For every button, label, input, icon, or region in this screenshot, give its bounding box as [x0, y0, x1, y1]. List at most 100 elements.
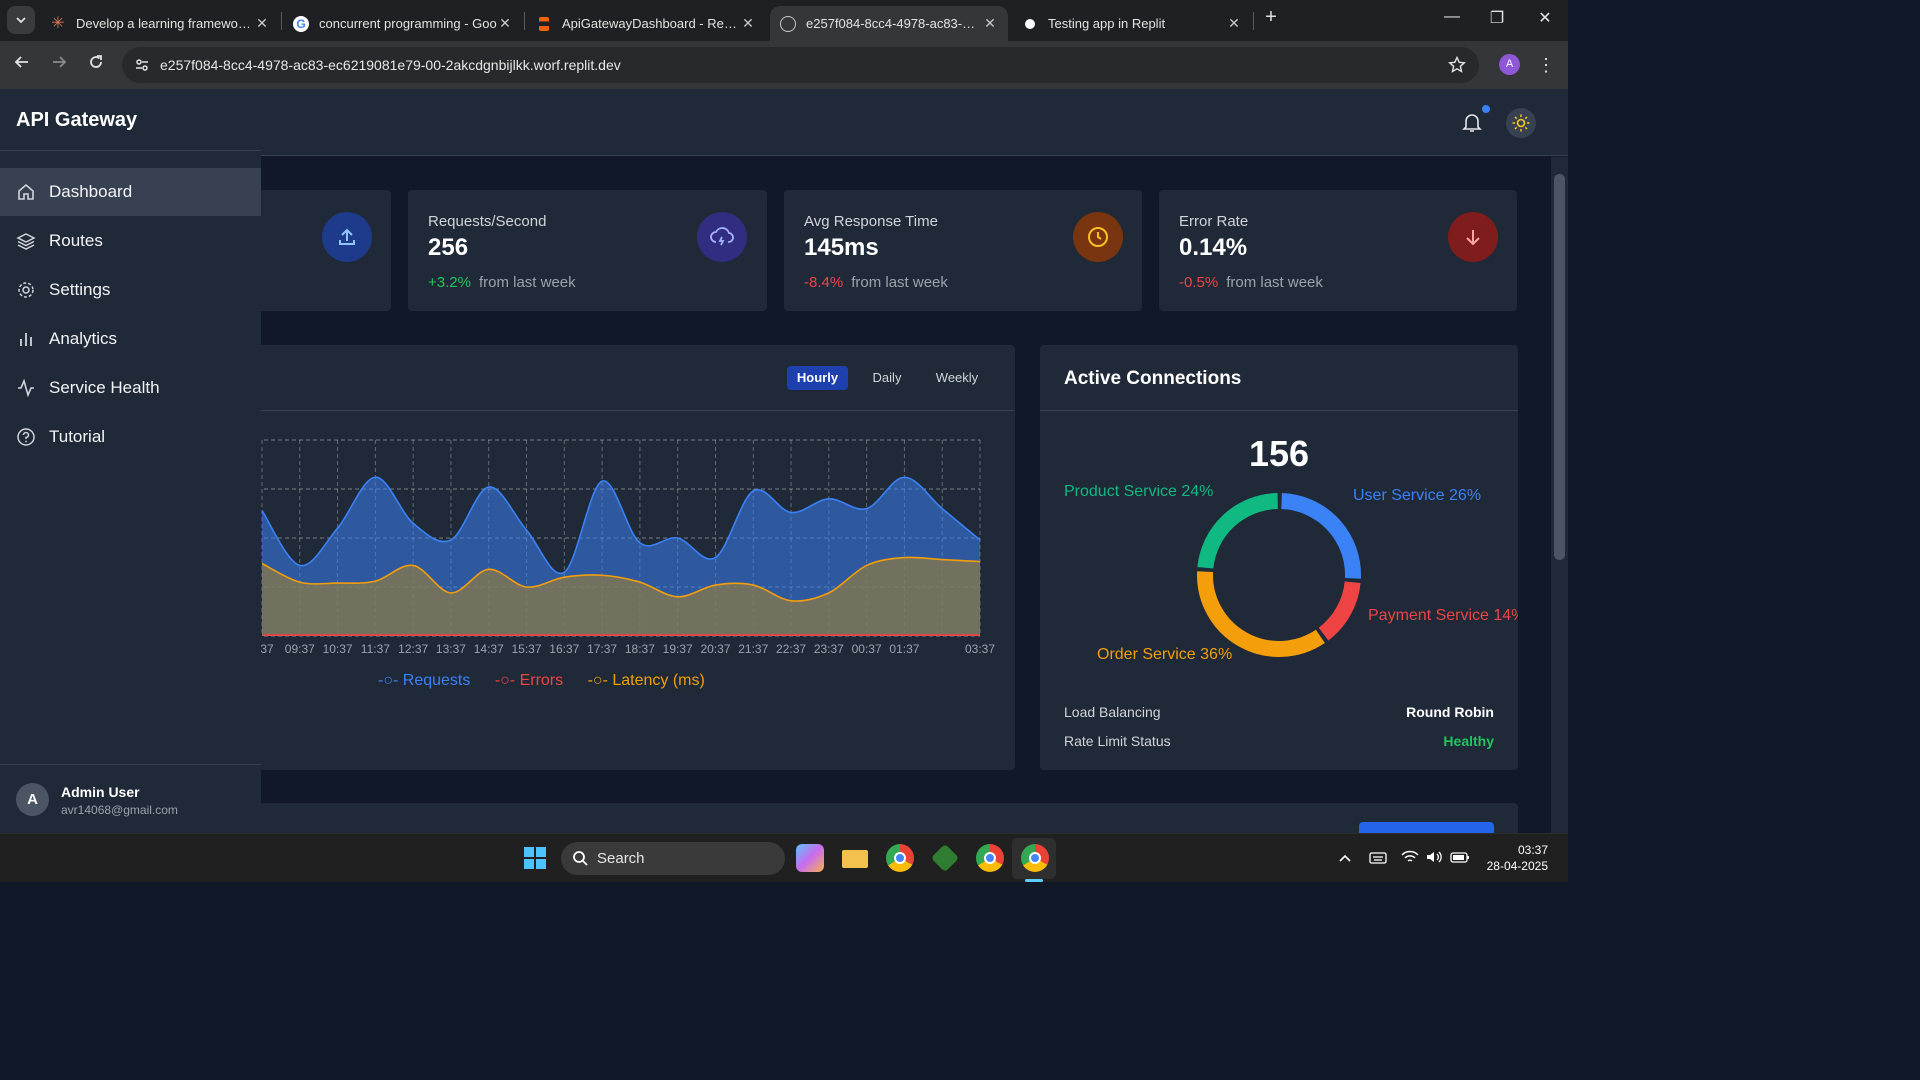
close-icon[interactable]: ✕	[740, 15, 756, 32]
close-icon[interactable]: ✕	[254, 15, 270, 32]
donut-label: Payment Service 14%	[1368, 607, 1518, 624]
close-icon[interactable]: ✕	[1226, 15, 1242, 32]
openai-favicon-icon	[1022, 15, 1038, 32]
legend-item-latency[interactable]: -○- Latency (ms)	[588, 672, 715, 689]
battery-icon[interactable]	[1450, 849, 1470, 865]
close-icon[interactable]: ✕	[982, 15, 998, 32]
chrome-profile-icon[interactable]	[976, 844, 1004, 872]
browser-tab[interactable]: Testing app in Replit ✕	[1012, 6, 1252, 41]
tab-separator	[281, 12, 282, 30]
close-window-button[interactable]: ✕	[1530, 8, 1560, 28]
windows-taskbar: Search 03:37 28-04-2025	[0, 833, 1568, 882]
x-tick-label: 13:37	[436, 642, 466, 656]
sidebar-item-label: Service Health	[49, 378, 160, 397]
tab-search-button[interactable]	[7, 6, 35, 34]
gear-icon	[16, 280, 36, 300]
arrow-left-icon	[14, 56, 28, 68]
sidebar-item-service-health[interactable]: Service Health	[0, 364, 261, 412]
search-placeholder: Search	[597, 850, 645, 867]
scrollbar-thumb[interactable]	[1554, 174, 1565, 560]
sidebar-item-routes[interactable]: Routes	[0, 217, 261, 265]
reload-icon	[90, 55, 102, 68]
search-icon	[573, 851, 588, 866]
browser-tab[interactable]: ApiGatewayDashboard - Replit ✕	[526, 6, 766, 41]
sidebar-item-label: Settings	[49, 280, 111, 299]
url-text: e257f084-8cc4-4978-ac83-ec6219081e79-00-…	[160, 57, 621, 73]
donut-slice-order-service[interactable]	[1197, 571, 1325, 657]
file-explorer-icon[interactable]	[841, 844, 869, 872]
close-icon[interactable]: ✕	[497, 15, 513, 32]
sun-icon	[1512, 114, 1530, 132]
connections-donut-chart: User Service 26% Payment Service 14% Order…	[1064, 485, 1518, 663]
volume-icon[interactable]	[1425, 849, 1443, 865]
minimize-button[interactable]: —	[1437, 8, 1467, 26]
bookmark-star-icon[interactable]	[1448, 56, 1466, 74]
stat-card-requests-per-second: Requests/Second 256 +3.2% from last week	[408, 190, 767, 311]
site-info-icon[interactable]	[134, 57, 150, 73]
chrome-icon[interactable]	[886, 844, 914, 872]
copilot-icon[interactable]	[796, 844, 824, 872]
stat-label: Error Rate	[1179, 213, 1249, 230]
clock-time: 03:37	[1517, 843, 1548, 857]
activity-icon	[16, 378, 36, 398]
active-connections-total: 156	[1248, 433, 1310, 474]
avatar[interactable]: A	[16, 783, 49, 816]
donut-slice-payment-service[interactable]	[1318, 581, 1361, 641]
taskbar-search[interactable]: Search	[561, 842, 785, 875]
row-label: Load Balancing	[1064, 704, 1161, 720]
chevron-down-icon	[16, 17, 26, 24]
browser-tab[interactable]: ✳ Develop a learning framework t ✕	[40, 6, 280, 41]
x-tick-label: 14:37	[474, 642, 504, 656]
windows-start-icon[interactable]	[521, 844, 549, 872]
upload-icon	[322, 212, 372, 262]
profile-avatar[interactable]: A	[1499, 54, 1520, 75]
range-tab-daily[interactable]: Daily	[860, 366, 914, 390]
browser-tab-active[interactable]: e257f084-8cc4-4978-ac83-ec62 ✕	[770, 6, 1008, 41]
forward-button[interactable]	[47, 53, 71, 77]
browser-tab[interactable]: G concurrent programming - Goo ✕	[283, 6, 523, 41]
system-clock[interactable]: 03:37 28-04-2025	[1484, 842, 1548, 874]
address-bar[interactable]: e257f084-8cc4-4978-ac83-ec6219081e79-00-…	[122, 47, 1479, 83]
load-balancing-row: Load Balancing Round Robin	[1064, 704, 1494, 720]
stat-card-total-requests	[240, 190, 391, 311]
x-tick-label: 15:37	[512, 642, 542, 656]
sidebar-item-analytics[interactable]: Analytics	[0, 315, 261, 363]
donut-slice-product-service[interactable]	[1197, 493, 1279, 569]
chrome-active-icon[interactable]	[1021, 844, 1049, 872]
range-tab-weekly[interactable]: Weekly	[927, 366, 987, 390]
keyboard-icon[interactable]	[1369, 850, 1387, 866]
reload-button[interactable]	[84, 53, 108, 77]
stat-change-suffix: from last week	[851, 274, 948, 291]
range-tab-hourly[interactable]: Hourly	[787, 366, 848, 390]
stat-label: Requests/Second	[428, 213, 547, 230]
theme-toggle-button[interactable]	[1506, 108, 1536, 138]
legend-item-requests[interactable]: -○- Requests	[378, 672, 480, 689]
google-favicon-icon: G	[293, 15, 309, 32]
sidebar-item-label: Analytics	[49, 329, 118, 348]
legend-label: Latency (ms)	[612, 672, 705, 689]
donut-slice-user-service[interactable]	[1281, 493, 1361, 579]
sidebar-item-label: Routes	[49, 231, 103, 250]
tab-title: ApiGatewayDashboard - Replit	[562, 16, 740, 31]
stat-value: 145ms	[804, 234, 879, 261]
sidebar-item-dashboard[interactable]: Dashboard	[0, 168, 261, 216]
browser-menu-button[interactable]: ⋮	[1534, 53, 1558, 77]
chevron-up-icon[interactable]	[1338, 851, 1352, 865]
app-root: API Gateway Dashboard Routes Settings An…	[0, 89, 1568, 833]
traffic-area-chart: 8:37 09:37 10:37 11:37 12:37 13:37 14:37 15:37 1…	[240, 439, 995, 656]
sidebar-item-label: Tutorial	[49, 427, 106, 446]
back-button[interactable]	[10, 53, 34, 77]
wifi-icon[interactable]	[1401, 849, 1419, 865]
scrollbar[interactable]	[1551, 157, 1568, 833]
sidebar-item-tutorial[interactable]: Tutorial	[0, 413, 261, 461]
bell-icon[interactable]	[1460, 110, 1484, 134]
sidebar-item-settings[interactable]: Settings	[0, 266, 261, 314]
primary-button[interactable]	[1359, 822, 1494, 833]
stat-value: 256	[428, 234, 469, 261]
x-tick-label: 17:37	[587, 642, 617, 656]
restore-button[interactable]: ❐	[1482, 8, 1512, 28]
home-icon	[16, 182, 36, 202]
new-tab-button[interactable]: +	[1256, 6, 1286, 29]
legend-item-errors[interactable]: -○- Errors	[495, 672, 573, 689]
app-icon[interactable]	[930, 843, 960, 873]
